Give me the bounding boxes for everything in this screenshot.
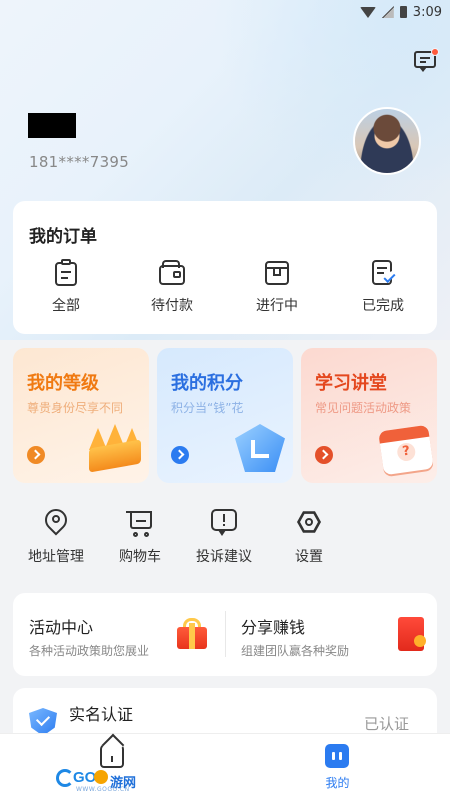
- promo-learning-card[interactable]: 学习讲堂 常见问题活动政策: [301, 348, 437, 483]
- clipboard-icon: [53, 259, 79, 287]
- share-earn-title: 分享赚钱: [241, 618, 306, 637]
- tool-settings-label: 设置: [295, 549, 323, 565]
- profile-icon: [325, 744, 349, 768]
- crown-icon: [89, 420, 145, 473]
- promo-points-subtitle: 积分当“钱”花: [171, 401, 244, 415]
- wifi-icon: [359, 6, 376, 18]
- order-completed[interactable]: 已完成: [338, 259, 428, 315]
- calendar-question-icon: [378, 424, 434, 476]
- order-completed-label: 已完成: [362, 298, 404, 314]
- arrow-right-icon: [27, 446, 45, 464]
- tool-cart[interactable]: 购物车: [102, 508, 178, 566]
- order-in-progress[interactable]: 进行中: [232, 259, 322, 315]
- tab-me-label: 我的: [325, 776, 350, 790]
- arrow-right-icon: [315, 446, 333, 464]
- activity-center-subtitle: 各种活动政策助您展业: [29, 644, 150, 658]
- gift-icon: [175, 617, 209, 651]
- share-earn-subtitle: 组建团队赢各种奖励: [241, 644, 350, 658]
- order-pending-label: 待付款: [151, 298, 193, 314]
- order-progress-label: 进行中: [256, 298, 298, 314]
- tool-settings[interactable]: 设置: [271, 508, 347, 566]
- order-all[interactable]: 全部: [21, 259, 111, 315]
- unread-dot: [431, 48, 439, 56]
- home-icon: [100, 744, 124, 768]
- phone-number: 181****7395: [29, 153, 130, 171]
- order-pending-payment[interactable]: 待付款: [127, 259, 217, 315]
- promo-level-subtitle: 尊贵身份尽享不同: [27, 401, 124, 415]
- promo-learning-title: 学习讲堂: [315, 373, 387, 394]
- message-button[interactable]: [412, 48, 439, 73]
- verified-shield-icon: [29, 708, 57, 736]
- order-all-label: 全部: [52, 298, 80, 314]
- username-redacted: [28, 113, 76, 138]
- red-envelope-icon: [398, 617, 426, 651]
- share-earn[interactable]: 分享赚钱 组建团队赢各种奖励: [225, 593, 437, 676]
- tool-address[interactable]: 地址管理: [18, 504, 94, 566]
- promo-level-title: 我的等级: [27, 373, 99, 394]
- activity-center[interactable]: 活动中心 各种活动政策助您展业: [13, 593, 225, 676]
- watermark-logo: GO 游网 WWW.GOGO.CN: [56, 766, 148, 793]
- battery-icon: [399, 6, 407, 18]
- status-bar: 3:09: [0, 0, 450, 24]
- arrow-right-icon: [171, 446, 189, 464]
- location-pin-icon: [40, 504, 72, 538]
- activity-center-title: 活动中心: [29, 618, 94, 637]
- cart-icon: [126, 508, 154, 538]
- verify-title: 实名认证: [69, 705, 134, 724]
- activity-card: 活动中心 各种活动政策助您展业 分享赚钱 组建团队赢各种奖励: [13, 593, 437, 676]
- orders-card: 我的订单 全部 待付款 进行中 已完成: [13, 201, 437, 334]
- verify-status: 已认证: [363, 715, 409, 733]
- promo-learning-subtitle: 常见问题活动政策: [315, 401, 412, 415]
- feedback-icon: [210, 508, 238, 538]
- tool-address-label: 地址管理: [28, 549, 84, 565]
- points-shield-icon: [235, 424, 285, 472]
- checklist-icon: [370, 259, 396, 287]
- orders-title: 我的订单: [29, 227, 97, 247]
- status-time: 3:09: [412, 4, 442, 20]
- tab-me[interactable]: 我的: [225, 734, 450, 800]
- tool-feedback-label: 投诉建议: [196, 549, 252, 565]
- avatar[interactable]: [353, 107, 421, 175]
- gear-icon: [295, 508, 323, 538]
- tool-feedback[interactable]: 投诉建议: [186, 508, 262, 566]
- no-signal-icon: [381, 6, 394, 18]
- wallet-icon: [159, 259, 185, 287]
- promo-points-title: 我的积分: [171, 373, 243, 394]
- tool-cart-label: 购物车: [119, 549, 161, 565]
- package-icon: [264, 259, 290, 287]
- promo-level-card[interactable]: 我的等级 尊贵身份尽享不同: [13, 348, 149, 483]
- promo-points-card[interactable]: 我的积分 积分当“钱”花: [157, 348, 293, 483]
